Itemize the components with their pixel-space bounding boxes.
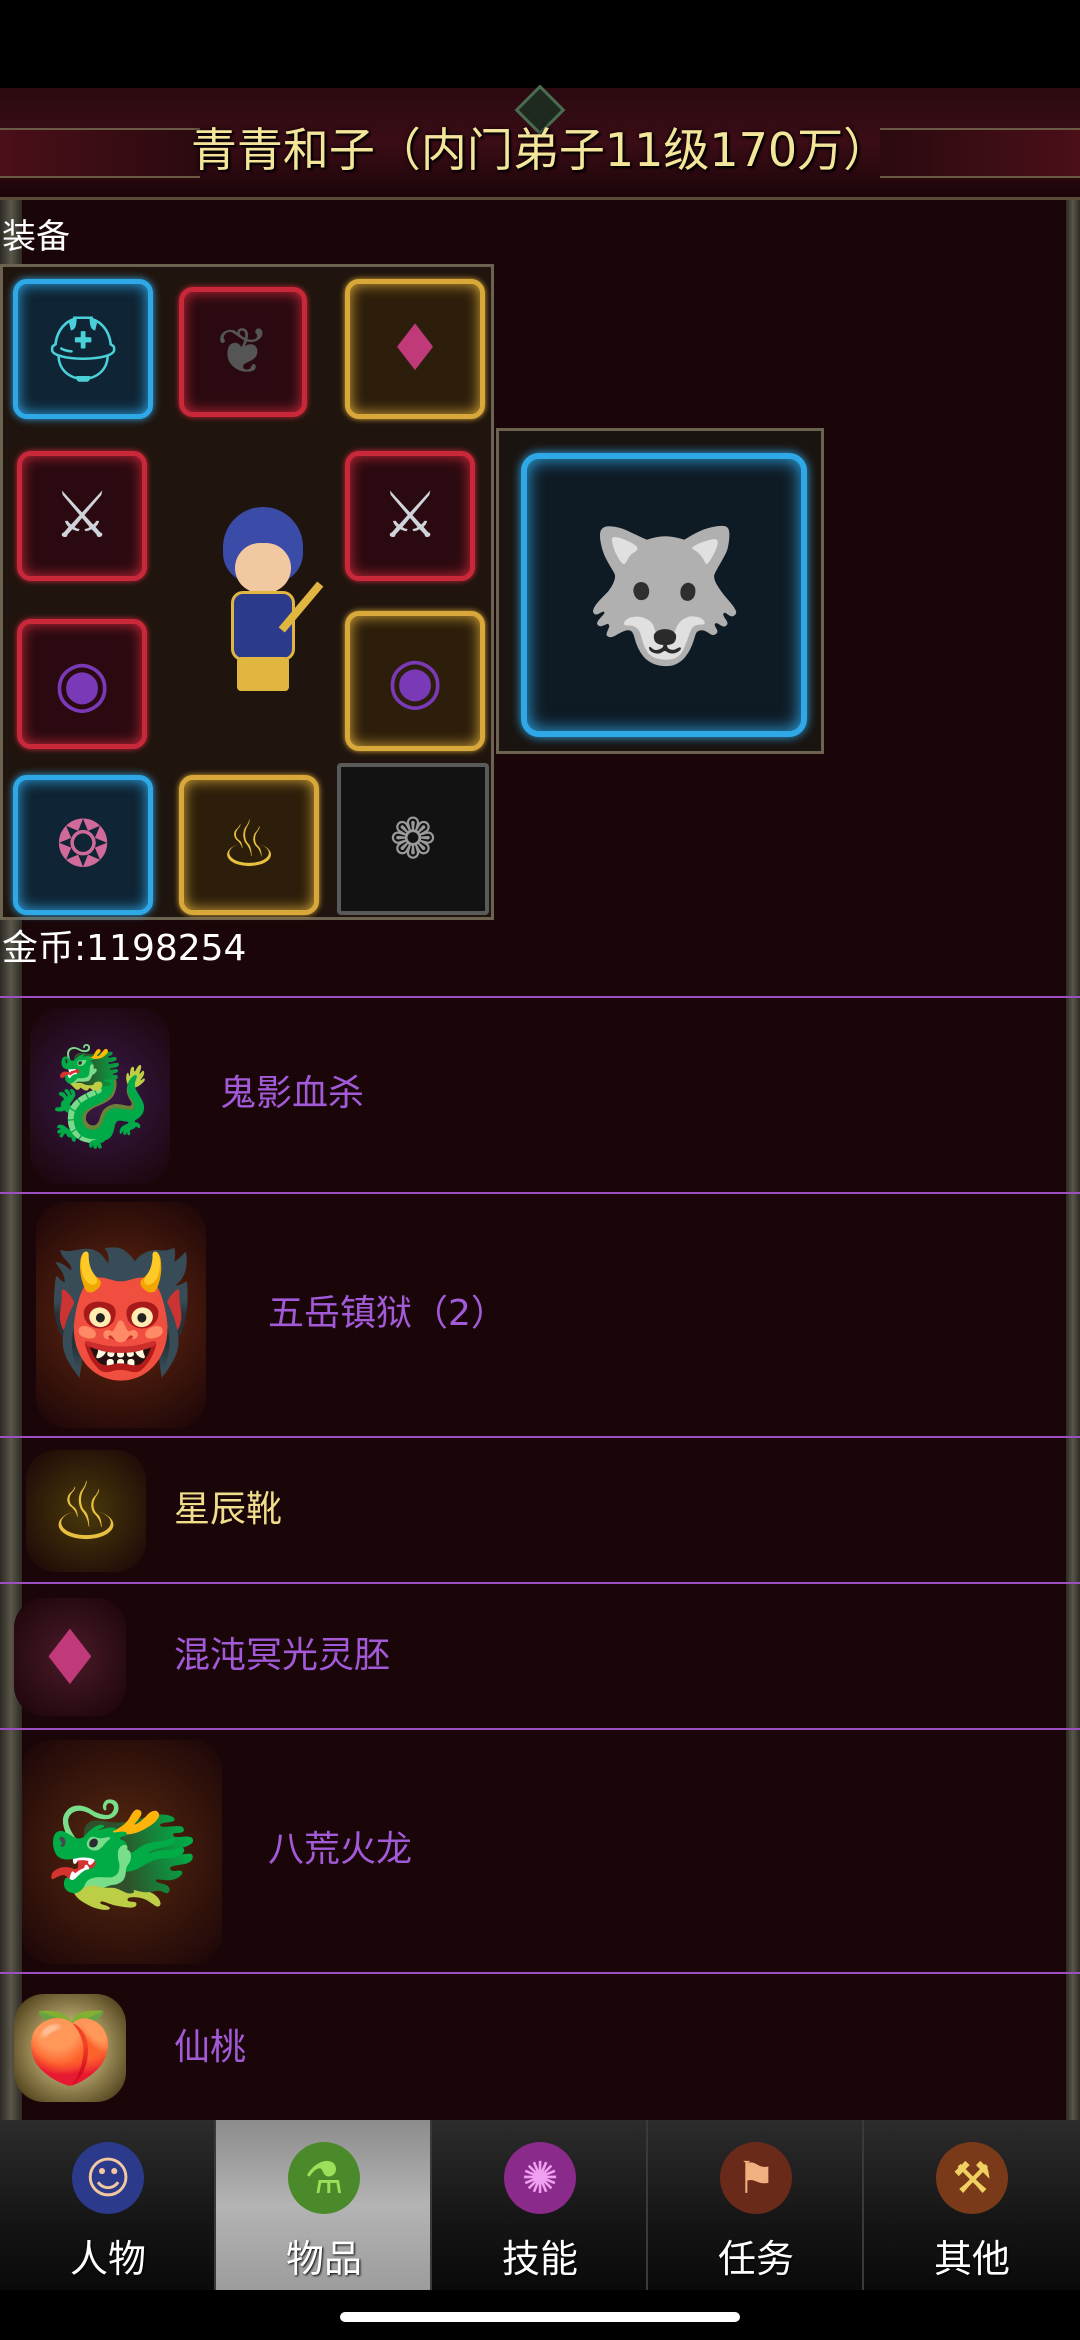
wings-icon: ❦ [216, 315, 270, 389]
necklace-slot[interactable]: ❁ [337, 763, 489, 915]
gold-balance: 金币:1198254 [2, 928, 247, 969]
tab-quests[interactable]: ⚑ 任务 [648, 2120, 864, 2290]
fire-imp-icon: 👹 [36, 1202, 206, 1428]
quest-icon: ⚑ [720, 2142, 792, 2214]
tab-other[interactable]: ⚒ 其他 [864, 2120, 1080, 2290]
sword-icon: ⚔ [53, 479, 111, 553]
bracer-icon: ◉ [54, 647, 110, 721]
bead-necklace-icon: ❁ [389, 806, 437, 872]
tab-label: 其他 [933, 2237, 1010, 2281]
hero-face [235, 543, 291, 593]
other-icon: ⚒ [936, 2142, 1008, 2214]
hero-legs [237, 657, 289, 691]
item-name: 五岳镇狱（2） [268, 1293, 507, 1334]
weapon-slot-left[interactable]: ⚔ [17, 451, 147, 581]
fire-dragon-icon: 🐲 [22, 1740, 222, 1964]
armor-slot[interactable]: ❂ [13, 775, 153, 915]
bracer-icon: ◉ [387, 644, 443, 718]
tab-skills[interactable]: ✺ 技能 [432, 2120, 648, 2290]
shadow-dragon-icon: 🐉 [30, 1008, 170, 1184]
peach-icon: 🍑 [14, 1994, 126, 2102]
amulet-icon: ♦ [14, 1598, 126, 1716]
pet-slot[interactable]: 🐺 [521, 453, 807, 737]
tab-label: 技能 [501, 2237, 578, 2281]
item-name: 星辰靴 [174, 1489, 283, 1530]
home-indicator[interactable] [340, 2312, 740, 2322]
tab-label: 物品 [285, 2237, 362, 2281]
wings-slot[interactable]: ❦ [179, 287, 307, 417]
helmet-slot[interactable]: ⛑ [13, 279, 153, 419]
equipment-panel: ⛑ ❦ ♦ ⚔ ⚔ ◉ ◉ ❂ ♨ ❁ [0, 264, 494, 920]
character-icon: ☺ [72, 2142, 144, 2214]
tab-character[interactable]: ☺ 人物 [0, 2120, 216, 2290]
bracer-slot-left[interactable]: ◉ [17, 619, 147, 749]
list-item[interactable]: 🐉 鬼影血杀 [0, 996, 1080, 1192]
boots-slot[interactable]: ♨ [179, 775, 319, 915]
list-item[interactable]: 🍑 仙桃 [0, 1972, 1080, 2120]
bottom-tab-bar: ☺ 人物 ⚗ 物品 ✺ 技能 ⚑ 任务 ⚒ 其他 [0, 2120, 1080, 2290]
beast-mount-icon: 🐺 [583, 518, 745, 671]
weapon-slot-right[interactable]: ⚔ [345, 451, 475, 581]
boots-icon: ♨ [26, 1450, 146, 1572]
sword-icon: ⚔ [381, 479, 439, 553]
item-name: 鬼影血杀 [220, 1073, 365, 1114]
item-name: 混沌冥光灵胚 [174, 1635, 391, 1676]
item-name: 仙桃 [174, 2027, 247, 2068]
skill-orb-icon: ✺ [504, 2142, 576, 2214]
bracer-slot-right[interactable]: ◉ [345, 611, 485, 751]
amulet-slot[interactable]: ♦ [345, 279, 485, 419]
tab-label: 任务 [717, 2237, 794, 2281]
list-item[interactable]: 👹 五岳镇狱（2） [0, 1192, 1080, 1436]
status-bar [0, 0, 1080, 88]
page-title: 青青和子（内门弟子11级170万） [190, 123, 890, 177]
tab-items[interactable]: ⚗ 物品 [216, 2120, 432, 2290]
equipment-section-label: 装备 [2, 217, 70, 257]
amulet-icon: ♦ [386, 312, 444, 386]
pet-panel: 🐺 [496, 428, 824, 754]
list-item[interactable]: ♦ 混沌冥光灵胚 [0, 1582, 1080, 1728]
tab-label: 人物 [69, 2237, 146, 2281]
item-name: 八荒火龙 [268, 1829, 413, 1870]
armor-icon: ❂ [56, 808, 110, 882]
character-avatar [193, 507, 333, 697]
boots-icon: ♨ [220, 808, 278, 882]
potion-icon: ⚗ [288, 2142, 360, 2214]
list-item[interactable]: 🐲 八荒火龙 [0, 1728, 1080, 1972]
helmet-icon: ⛑ [42, 312, 124, 387]
list-item[interactable]: ♨ 星辰靴 [0, 1436, 1080, 1582]
